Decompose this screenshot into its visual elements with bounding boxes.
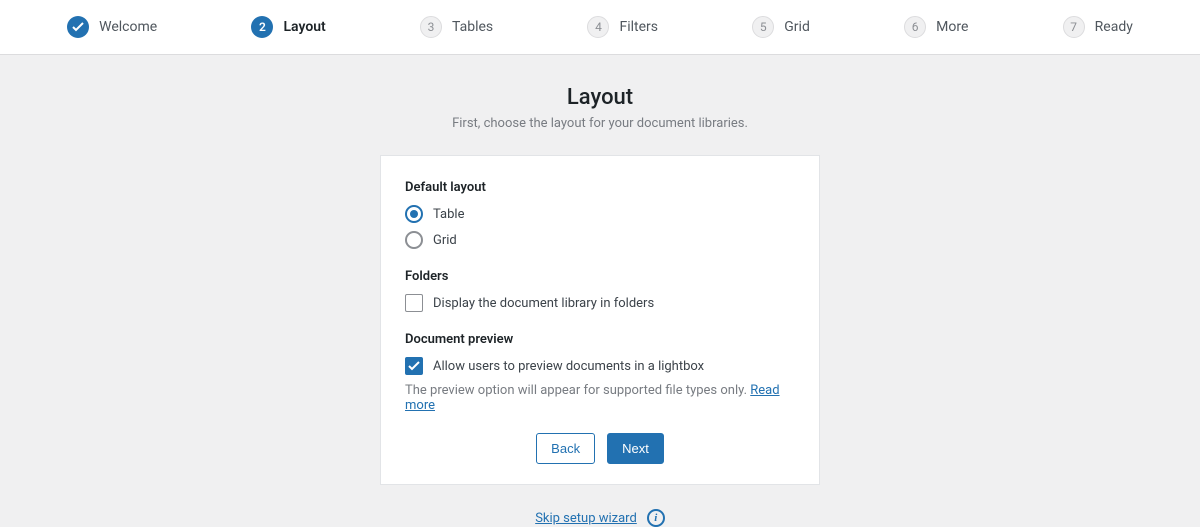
- page-title: Layout: [0, 85, 1200, 110]
- checkbox-icon: [405, 357, 423, 375]
- step-label: Welcome: [99, 19, 157, 35]
- info-icon[interactable]: i: [647, 509, 665, 527]
- checkbox-icon: [405, 294, 423, 312]
- step-number-icon: 3: [420, 16, 442, 38]
- step-label: Layout: [283, 19, 325, 35]
- step-number-icon: 5: [752, 16, 774, 38]
- radio-label-table: Table: [433, 207, 464, 222]
- step-welcome[interactable]: Welcome: [67, 16, 157, 38]
- radio-icon: [405, 205, 423, 223]
- preview-group: Document preview Allow users to preview …: [405, 332, 795, 413]
- step-number-icon: 4: [587, 16, 609, 38]
- step-label: Grid: [784, 19, 810, 35]
- layout-radio-grid[interactable]: Grid: [405, 231, 795, 249]
- preview-heading: Document preview: [405, 332, 795, 347]
- content: Layout First, choose the layout for your…: [0, 55, 1200, 527]
- step-number-icon: 2: [251, 16, 273, 38]
- step-label: Ready: [1095, 19, 1133, 35]
- step-number-icon: 6: [904, 16, 926, 38]
- preview-checkbox-row[interactable]: Allow users to preview documents in a li…: [405, 357, 795, 375]
- step-grid[interactable]: 5 Grid: [752, 16, 810, 38]
- step-layout[interactable]: 2 Layout: [251, 16, 325, 38]
- button-row: Back Next: [405, 433, 795, 464]
- preview-help-prefix: The preview option will appear for suppo…: [405, 383, 750, 398]
- step-tables[interactable]: 3 Tables: [420, 16, 493, 38]
- folders-checkbox-row[interactable]: Display the document library in folders: [405, 294, 795, 312]
- radio-label-grid: Grid: [433, 233, 457, 248]
- radio-icon: [405, 231, 423, 249]
- step-filters[interactable]: 4 Filters: [587, 16, 658, 38]
- folders-heading: Folders: [405, 269, 795, 284]
- page-subtitle: First, choose the layout for your docume…: [0, 116, 1200, 131]
- preview-help-text: The preview option will appear for suppo…: [405, 383, 795, 413]
- folders-group: Folders Display the document library in …: [405, 269, 795, 312]
- default-layout-group: Default layout Table Grid: [405, 180, 795, 249]
- layout-radio-table[interactable]: Table: [405, 205, 795, 223]
- check-icon: [67, 16, 89, 38]
- step-ready[interactable]: 7 Ready: [1063, 16, 1133, 38]
- step-label: Filters: [619, 19, 658, 35]
- step-label: Tables: [452, 19, 493, 35]
- step-number-icon: 7: [1063, 16, 1085, 38]
- back-button[interactable]: Back: [536, 433, 595, 464]
- next-button[interactable]: Next: [607, 433, 664, 464]
- skip-row: Skip setup wizard i: [0, 509, 1200, 527]
- default-layout-heading: Default layout: [405, 180, 795, 195]
- layout-card: Default layout Table Grid Folders Displa…: [380, 155, 820, 485]
- step-more[interactable]: 6 More: [904, 16, 968, 38]
- preview-checkbox-label: Allow users to preview documents in a li…: [433, 359, 704, 374]
- wizard-stepper: Welcome 2 Layout 3 Tables 4 Filters 5 Grid 6 More 7…: [0, 0, 1200, 55]
- folders-checkbox-label: Display the document library in folders: [433, 296, 654, 311]
- skip-setup-link[interactable]: Skip setup wizard: [535, 511, 637, 526]
- step-label: More: [936, 19, 968, 35]
